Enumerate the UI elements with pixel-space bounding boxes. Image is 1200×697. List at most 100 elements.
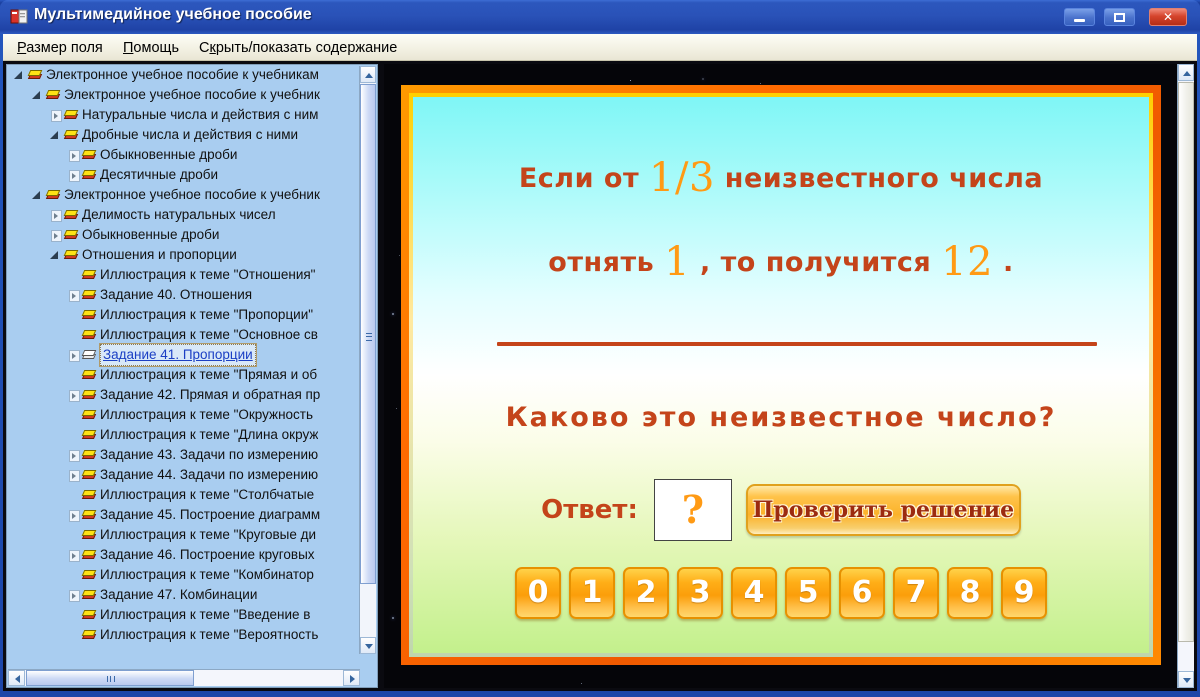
tree-item-label: Задание 44. Задачи по измерению — [100, 467, 319, 482]
expand-toggle-icon[interactable] — [67, 169, 80, 182]
stage-scroll-up-button[interactable] — [1178, 64, 1194, 81]
closed-book-icon — [81, 149, 97, 161]
tree-item[interactable]: Задание 46. Построение круговых — [7, 545, 362, 565]
closed-book-icon — [45, 189, 61, 201]
tree-item[interactable]: Делимость натуральных чисел — [7, 205, 362, 225]
expand-toggle-icon[interactable] — [67, 549, 80, 562]
tree-item-label: Иллюстрация к теме "Прямая и об — [100, 367, 318, 382]
slide-content: Если от 1/3 неизвестного числа отнять 1 … — [413, 97, 1149, 653]
tree-item[interactable]: Электронное учебное пособие к учебникам — [7, 65, 362, 85]
check-solution-button[interactable]: Проверить решение — [745, 484, 1021, 536]
expand-toggle-icon[interactable] — [67, 289, 80, 302]
numpad-key-8[interactable]: 8 — [947, 567, 993, 619]
tree-item[interactable]: Обыкновенные дроби — [7, 225, 362, 245]
expand-toggle-icon[interactable] — [67, 469, 80, 482]
tree-item[interactable]: Задание 45. Построение диаграмм — [7, 505, 362, 525]
tree-item[interactable]: Обыкновенные дроби — [7, 145, 362, 165]
tree-item[interactable]: Натуральные числа и действия с ним — [7, 105, 362, 125]
numpad-key-5[interactable]: 5 — [785, 567, 831, 619]
tree-item[interactable]: Иллюстрация к теме "Окружность — [7, 405, 362, 425]
numpad-key-1[interactable]: 1 — [569, 567, 615, 619]
star-icon — [701, 78, 704, 81]
tree-item[interactable]: Дробные числа и действия с ними — [7, 125, 362, 145]
numpad-key-7[interactable]: 7 — [893, 567, 939, 619]
expand-toggle-icon[interactable] — [49, 229, 62, 242]
tree-item-selected[interactable]: Задание 41. Пропорции — [7, 343, 362, 367]
tree-item-label: Иллюстрация к теме "Длина окруж — [100, 427, 319, 442]
numpad-key-3[interactable]: 3 — [677, 567, 723, 619]
menu-item-help[interactable]: Помощь — [117, 38, 185, 58]
tree-item[interactable]: Иллюстрация к теме "Круговые ди — [7, 525, 362, 545]
tree-item[interactable]: Задание 40. Отношения — [7, 285, 362, 305]
numpad-key-2[interactable]: 2 — [623, 567, 669, 619]
close-button[interactable]: ✕ — [1149, 8, 1187, 26]
slide-stage: Если от 1/3 неизвестного числа отнять 1 … — [384, 64, 1194, 688]
tree-item[interactable]: Иллюстрация к теме "Вероятность — [7, 625, 362, 645]
tree-line-icon — [67, 409, 80, 422]
expand-toggle-icon[interactable] — [49, 109, 62, 122]
closed-book-icon — [81, 429, 97, 441]
expand-toggle-icon[interactable] — [67, 389, 80, 402]
closed-book-icon — [81, 469, 97, 481]
tree-line-icon — [67, 629, 80, 642]
tree-scroll-left-button[interactable] — [8, 670, 25, 686]
tree-item[interactable]: Задание 43. Задачи по измерению — [7, 445, 362, 465]
tree-item[interactable]: Иллюстрация к теме "Пропорции" — [7, 305, 362, 325]
menu-item-toggle-contents[interactable]: Скрыть/показать содержание — [193, 38, 403, 58]
stage-vertical-scroll-thumb[interactable] — [1178, 82, 1194, 642]
tree-item[interactable]: Задание 44. Задачи по измерению — [7, 465, 362, 485]
tree-item[interactable]: Иллюстрация к теме "Длина окруж — [7, 425, 362, 445]
stage-vertical-scrollbar[interactable] — [1177, 64, 1194, 688]
tree-item-label: Задание 46. Построение круговых — [100, 547, 315, 562]
contents-tree[interactable]: Электронное учебное пособие к учебникам Э… — [7, 65, 362, 653]
tree-item[interactable]: Иллюстрация к теме "Столбчатые — [7, 485, 362, 505]
tree-item[interactable]: Задание 42. Прямая и обратная пр — [7, 385, 362, 405]
stage-scroll-down-button[interactable] — [1178, 671, 1194, 688]
tree-item[interactable]: Электронное учебное пособие к учебник — [7, 85, 362, 105]
expand-toggle-icon[interactable] — [67, 349, 80, 362]
number-keypad: 0123456789 — [413, 567, 1149, 619]
tree-item[interactable]: Электронное учебное пособие к учебник — [7, 185, 362, 205]
tree-item[interactable]: Иллюстрация к теме "Основное св — [7, 325, 362, 345]
tree-item[interactable]: Иллюстрация к теме "Отношения" — [7, 265, 362, 285]
numpad-key-0[interactable]: 0 — [515, 567, 561, 619]
menu-item-field-size[interactable]: Размер поля — [11, 38, 109, 58]
tree-vertical-scrollbar[interactable] — [359, 66, 376, 654]
tree-horizontal-scroll-thumb[interactable] — [26, 670, 194, 686]
expand-toggle-icon[interactable] — [67, 149, 80, 162]
tree-item-label: Иллюстрация к теме "Окружность — [100, 407, 314, 422]
collapse-toggle-icon[interactable] — [13, 69, 26, 82]
expand-toggle-icon[interactable] — [49, 209, 62, 222]
tree-item[interactable]: Иллюстрация к теме "Введение в — [7, 605, 362, 625]
minimize-button[interactable] — [1064, 8, 1095, 26]
menu-mnemonic: П — [123, 40, 134, 56]
collapse-toggle-icon[interactable] — [49, 249, 62, 262]
tree-item[interactable]: Иллюстрация к теме "Комбинатор — [7, 565, 362, 585]
numpad-key-6[interactable]: 6 — [839, 567, 885, 619]
title-bar: Мультимедийное учебное пособие ✕ — [0, 0, 1200, 34]
tree-item-label: Электронное учебное пособие к учебникам — [46, 67, 319, 82]
maximize-button[interactable] — [1104, 8, 1135, 26]
tree-item[interactable]: Десятичные дроби — [7, 165, 362, 185]
numpad-key-4[interactable]: 4 — [731, 567, 777, 619]
collapse-toggle-icon[interactable] — [49, 129, 62, 142]
numpad-key-label: 1 — [581, 575, 603, 610]
tree-item[interactable]: Отношения и пропорции — [7, 245, 362, 265]
problem-text-2b: , то получится — [699, 247, 932, 278]
collapse-toggle-icon[interactable] — [31, 89, 44, 102]
tree-scroll-right-button[interactable] — [343, 670, 360, 686]
tree-horizontal-scrollbar[interactable] — [8, 669, 360, 686]
expand-toggle-icon[interactable] — [67, 449, 80, 462]
problem-line-1: Если от 1/3 неизвестного числа — [413, 155, 1149, 201]
tree-item[interactable]: Иллюстрация к теме "Прямая и об — [7, 365, 362, 385]
expand-toggle-icon[interactable] — [67, 589, 80, 602]
client-area: Электронное учебное пособие к учебникам Э… — [3, 61, 1197, 691]
collapse-toggle-icon[interactable] — [31, 189, 44, 202]
tree-item[interactable]: Задание 47. Комбинации — [7, 585, 362, 605]
tree-scroll-up-button[interactable] — [360, 66, 376, 83]
expand-toggle-icon[interactable] — [67, 509, 80, 522]
numpad-key-9[interactable]: 9 — [1001, 567, 1047, 619]
tree-scroll-down-button[interactable] — [360, 637, 376, 654]
tree-vertical-scroll-thumb[interactable] — [360, 84, 376, 584]
answer-input[interactable]: ? — [653, 479, 732, 541]
